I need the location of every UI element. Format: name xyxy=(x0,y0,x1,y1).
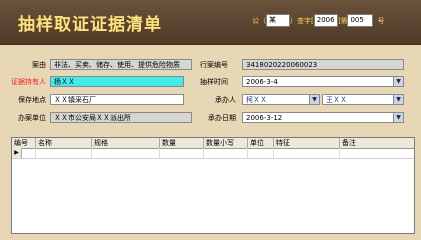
table-cell[interactable] xyxy=(21,148,36,158)
chevron-down-icon[interactable]: ▼ xyxy=(393,95,403,104)
handler1-field[interactable]: 柯ＸＸ ▼ xyxy=(242,94,320,105)
column-header-unit[interactable]: 单位 xyxy=(248,138,274,148)
date-label: 承办日期 xyxy=(208,114,236,122)
storage-field[interactable]: ＸＸ镇采石厂 xyxy=(50,94,184,105)
app-window: 抽样取证证据清单 公（ 某 ）查字[ 2006 ]第 005 号 案由 非法、买… xyxy=(0,0,421,240)
column-header-id[interactable]: 编号 xyxy=(12,138,36,148)
storage-label: 保存地点 xyxy=(18,96,46,104)
year-field[interactable]: 2006 xyxy=(313,14,338,27)
evidence-table[interactable]: 编号 名称 规格 数量 数量小写 单位 特征 备注 ▶ xyxy=(11,137,415,234)
table-cell[interactable] xyxy=(36,148,92,158)
number-suffix: 号 xyxy=(377,16,385,25)
column-header-spec[interactable]: 规格 xyxy=(92,138,160,148)
handler2-field[interactable]: 王ＸＸ ▼ xyxy=(322,94,404,105)
date-value: 2006-3-12 xyxy=(246,114,283,122)
sample-time-value: 2006-3-4 xyxy=(246,78,278,86)
page-title: 抽样取证证据清单 xyxy=(18,15,162,35)
cause-field[interactable]: 非法、买卖、储存、使用、提供危险物质 xyxy=(50,59,192,70)
sample-time-label: 抽样时间 xyxy=(200,78,228,86)
column-header-remark[interactable]: 备注 xyxy=(340,138,414,148)
agency-field[interactable]: 某 xyxy=(266,14,290,27)
holder-label: 证据持有人 xyxy=(11,78,46,86)
document-number: 公（ 某 ）查字[ 2006 ]第 005 号 xyxy=(252,14,384,27)
column-header-name[interactable]: 名称 xyxy=(36,138,92,148)
case-no-label: 行案编号 xyxy=(200,61,228,69)
case-no-field[interactable]: 3418020220060023 xyxy=(242,59,404,70)
chevron-down-icon[interactable]: ▼ xyxy=(393,77,403,86)
holder-field[interactable]: 杨ＸＸ xyxy=(50,76,184,87)
chevron-down-icon[interactable]: ▼ xyxy=(309,95,319,104)
table-row[interactable]: ▶ xyxy=(12,148,414,159)
unit-label: 办案单位 xyxy=(18,114,46,122)
column-header-quantity[interactable]: 数量 xyxy=(160,138,204,148)
title-bar: 抽样取证证据清单 公（ 某 ）查字[ 2006 ]第 005 号 xyxy=(0,0,421,45)
number-mid: ）查字[ xyxy=(290,16,314,25)
unit-field[interactable]: ＸＸ市公安局ＸＸ派出所 xyxy=(50,112,192,123)
table-cell[interactable] xyxy=(274,148,340,158)
column-header-quantity-lower[interactable]: 数量小写 xyxy=(204,138,248,148)
chevron-down-icon[interactable]: ▼ xyxy=(393,113,403,122)
table-cell[interactable] xyxy=(340,148,414,158)
number-mid2: ]第 xyxy=(337,16,348,25)
sample-time-field[interactable]: 2006-3-4 ▼ xyxy=(242,76,404,87)
date-field[interactable]: 2006-3-12 ▼ xyxy=(242,112,404,123)
number-prefix: 公（ xyxy=(252,16,266,25)
cause-label: 案由 xyxy=(32,61,46,69)
handler2-value: 王ＸＸ xyxy=(326,96,347,104)
serial-field[interactable]: 005 xyxy=(347,14,374,27)
table-cell[interactable] xyxy=(248,148,274,158)
table-cell[interactable] xyxy=(160,148,204,158)
table-cell[interactable] xyxy=(204,148,248,158)
table-cell[interactable] xyxy=(92,148,160,158)
handler-label: 承办人 xyxy=(215,96,236,104)
column-header-feature[interactable]: 特征 xyxy=(274,138,340,148)
handler1-value: 柯ＸＸ xyxy=(246,96,267,104)
